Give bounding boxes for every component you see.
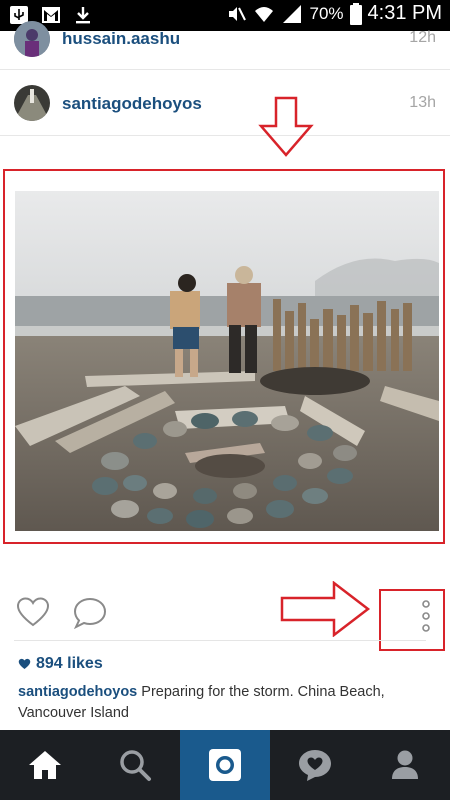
annotation-highlight-box [3,169,445,544]
clock: 4:31 PM [367,2,442,24]
home-icon [29,751,61,779]
tab-profile[interactable] [360,730,450,800]
battery-icon [349,2,362,25]
bottom-tab-bar [0,730,450,800]
divider [14,640,426,641]
likes-count[interactable]: 894 likes [18,655,103,673]
feed-row[interactable]: santiagodehoyos 13h [0,70,450,135]
post-action-bar [0,575,450,651]
post-time: 12h [409,29,436,46]
status-bar: 70% 4:31 PM [0,0,450,31]
battery-percent: 70% [309,3,344,23]
profile-icon [392,750,418,779]
mute-icon [229,6,247,21]
more-options-icon[interactable] [419,599,433,633]
annotation-options-box [379,589,445,651]
caption-username-link[interactable]: santiagodehoyos [18,684,137,700]
likes-label: 894 likes [36,655,103,672]
annotation-arrow-down [258,96,314,157]
camera-icon [209,749,241,781]
activity-icon [299,750,331,781]
annotation-arrow-right [280,581,371,637]
small-heart-icon [18,658,31,669]
divider [0,135,450,136]
signal-icon [283,4,302,23]
avatar[interactable] [14,85,50,121]
post-time: 13h [409,94,436,111]
comment-bubble-icon[interactable] [73,597,107,629]
download-icon [76,7,90,24]
search-icon [120,750,151,781]
tab-camera[interactable] [180,730,270,800]
tab-home[interactable] [0,730,90,800]
post-caption: santiagodehoyos Preparing for the storm.… [18,682,428,724]
tab-search[interactable] [90,730,180,800]
feed-row[interactable]: hussain.aashu 12h [0,21,450,69]
tab-activity[interactable] [270,730,360,800]
username-link[interactable]: hussain.aashu [62,29,180,49]
avatar[interactable] [14,21,50,57]
gmail-icon [42,7,60,23]
post-photo[interactable] [15,191,439,531]
wifi-icon [255,6,274,22]
username-link[interactable]: santiagodehoyos [62,94,202,114]
like-heart-icon[interactable] [16,597,50,627]
